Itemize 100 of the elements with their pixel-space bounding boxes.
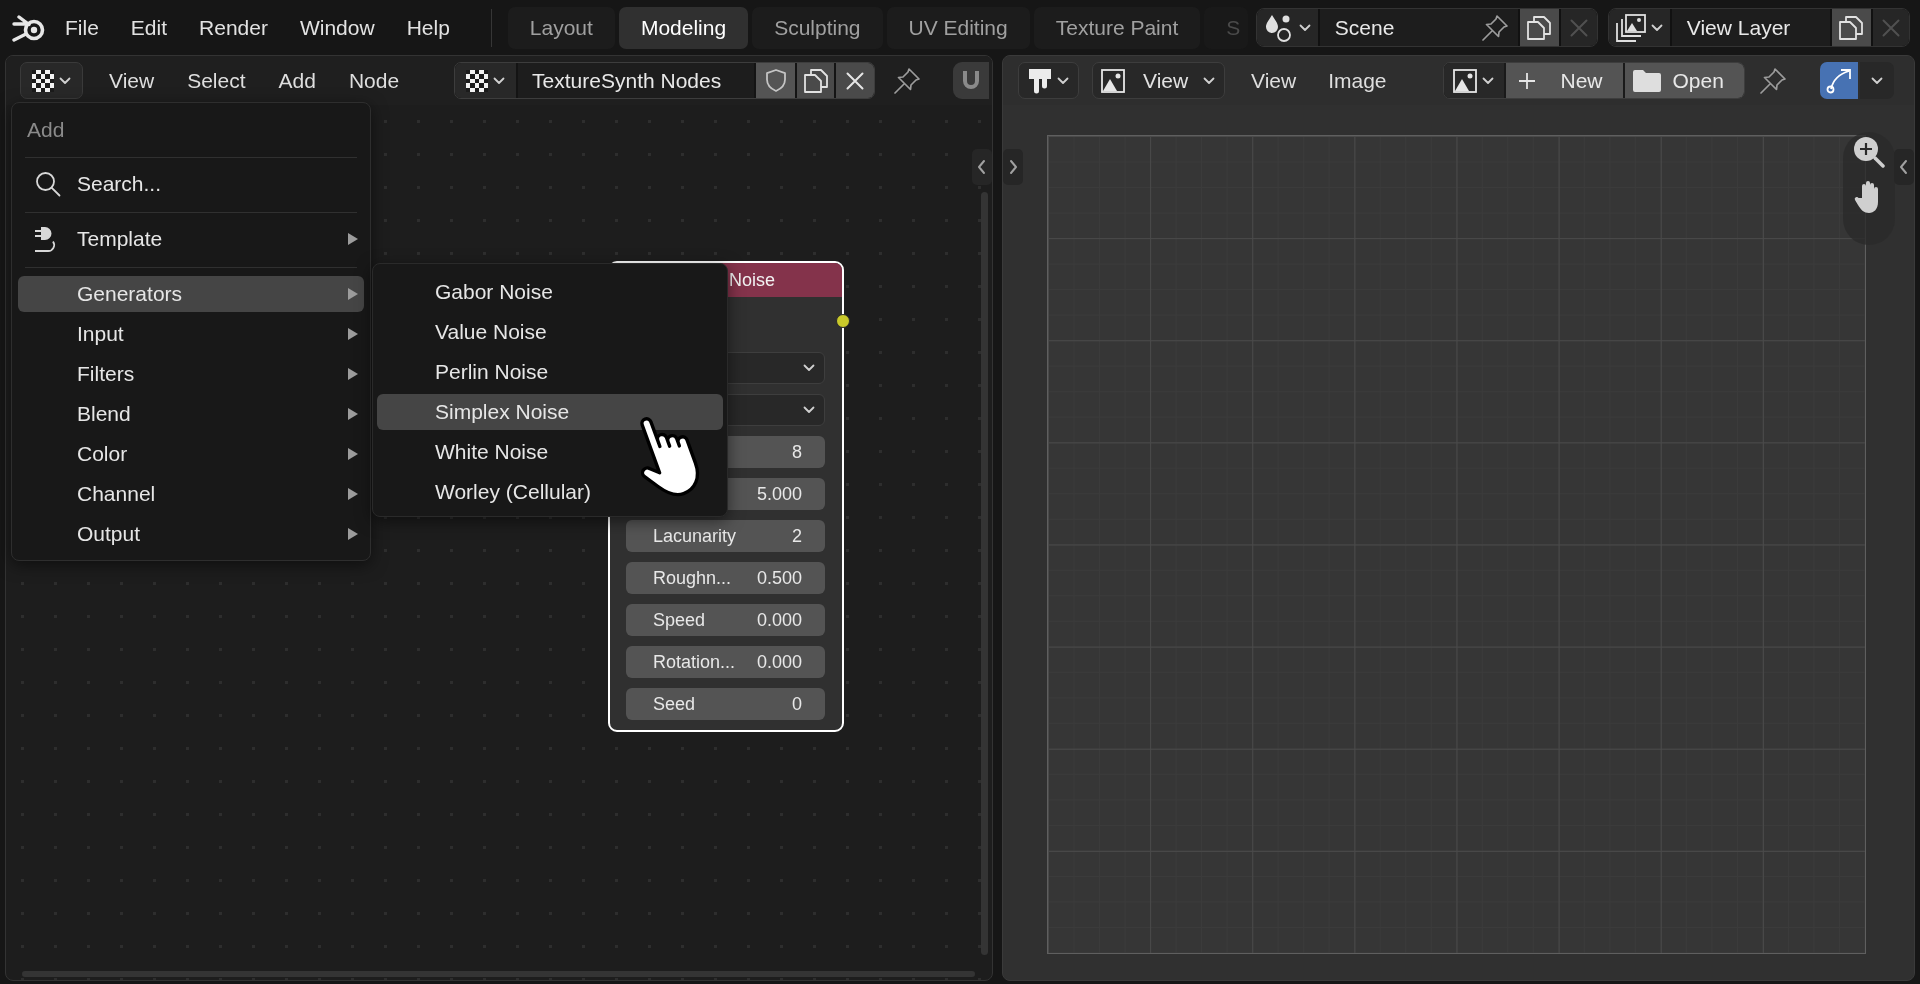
caret-icon [1870,76,1883,85]
checkerboard-icon [466,69,489,92]
menu-button[interactable]: File [55,8,109,47]
menu-button[interactable]: View [1241,62,1307,99]
menu-item[interactable]: Value Noise [377,314,723,350]
curve-arrow-icon [1825,67,1852,94]
submenu-arrow-icon [348,488,358,500]
menu-button[interactable]: View [99,62,165,99]
duplicate-button[interactable] [1519,9,1559,46]
menu-item[interactable]: Channel [18,476,364,512]
submenu-arrow-icon [348,233,358,245]
shield-icon [765,69,786,92]
fake-user-button[interactable] [756,63,796,98]
duplicate-icon [803,68,828,93]
output-socket-icon[interactable] [836,314,850,328]
menu-item[interactable]: Perlin Noise [377,354,723,390]
submenu-arrow-icon [348,328,358,340]
chevron-left-icon[interactable] [1894,149,1914,185]
duplicate-icon [1839,15,1864,40]
image-stack-icon [1615,13,1646,42]
number-field[interactable]: Speed 0.000 [626,604,825,636]
view-layer-name-field[interactable]: View Layer [1671,9,1830,46]
submenu-arrow-icon [348,528,358,540]
node-tree-name-field[interactable]: TextureSynth Nodes [518,63,755,98]
caret-icon [803,406,815,414]
snap-button[interactable] [953,62,990,99]
caret-icon [1298,23,1311,32]
workspace-tab[interactable]: Modeling [618,6,749,49]
image-icon [1453,68,1477,93]
pin-icon[interactable] [1759,67,1786,94]
workspace-tab[interactable]: Sculpting [752,6,883,49]
submenu-arrow-icon [348,408,358,420]
menu-item[interactable]: Gabor Noise [377,274,723,310]
menu-item[interactable]: Worley (Cellular) [377,474,723,510]
plus-icon [1518,72,1535,89]
menu-item[interactable]: Color [18,436,364,472]
caret-icon [1203,76,1215,85]
menu-item[interactable]: Simplex Noise [377,394,723,430]
submenu-arrow-icon [348,448,358,460]
caret-icon [493,76,506,85]
zoom-in-icon[interactable] [1853,136,1885,168]
menu-item[interactable]: Filters [18,356,364,392]
menu-item[interactable]: Input [18,316,364,352]
folder-icon [1632,69,1661,92]
menu-item[interactable]: White Noise [377,434,723,470]
menu-button[interactable]: Node [338,62,410,99]
menu-button[interactable]: Image [1318,62,1397,99]
menu-button[interactable]: Select [177,62,256,99]
image-icon [1101,68,1125,93]
pin-icon[interactable] [1481,14,1508,41]
caret-icon [1650,23,1663,32]
close-icon [846,71,865,90]
editor-type-button[interactable] [1018,62,1079,99]
new-image-button[interactable]: New [1505,63,1623,98]
menu-button[interactable]: Edit [120,8,178,47]
caret-icon [803,364,815,372]
submenu-arrow-icon [348,368,358,380]
gizmo-options-button[interactable] [1859,62,1894,99]
vertical-scrollbar[interactable] [981,192,988,955]
unlink-button[interactable] [836,63,875,98]
node-title: Noise [729,268,776,292]
logo-icon[interactable] [12,13,46,42]
magnet-icon [961,70,982,91]
menu-button[interactable]: Render [189,8,278,47]
duplicate-button[interactable] [1831,9,1871,46]
workspace-tab[interactable]: Layout [507,6,615,49]
checkerboard-icon [32,69,54,92]
number-field[interactable]: Lacunarity 2 [626,520,825,552]
scene-name-field[interactable]: Scene [1319,9,1518,46]
pin-icon[interactable] [894,67,921,94]
menu-title: Add [27,117,65,144]
browse-button[interactable] [455,63,517,98]
menu-item[interactable]: Generators [18,276,364,312]
paint-drip-icon [1028,67,1052,94]
gizmo-toggle[interactable] [1819,62,1858,99]
menu-item[interactable]: Blend [18,396,364,432]
menu-item[interactable]: Search... [18,166,364,202]
chevron-left-icon[interactable] [972,149,992,185]
number-field[interactable]: Rotation... 0.000 [626,646,825,678]
workspace-tab[interactable]: Texture Paint [1033,6,1201,49]
open-image-button[interactable]: Open [1624,63,1744,98]
number-field[interactable]: Roughn... 0.500 [626,562,825,594]
menu-button[interactable]: Help [396,8,460,47]
duplicate-button[interactable] [797,63,835,98]
menu-button[interactable]: Add [268,62,326,99]
browse-button[interactable] [1256,9,1318,46]
chevron-right-icon[interactable] [1003,149,1023,185]
browse-button[interactable] [1608,9,1670,46]
editor-type-button[interactable] [20,62,83,99]
menu-button[interactable]: Window [289,8,385,47]
number-field[interactable]: Seed 0 [626,688,825,720]
view-mode-dropdown[interactable]: View [1092,62,1225,99]
browse-button[interactable] [1443,63,1504,98]
duplicate-icon [1527,15,1552,40]
caret-icon [1482,76,1494,85]
workspace-tab[interactable]: UV Editing [886,6,1030,49]
menu-item[interactable]: Output [18,516,364,552]
menu-item[interactable]: Template [18,221,364,257]
search-icon [35,171,61,197]
caret-icon [1057,76,1069,85]
